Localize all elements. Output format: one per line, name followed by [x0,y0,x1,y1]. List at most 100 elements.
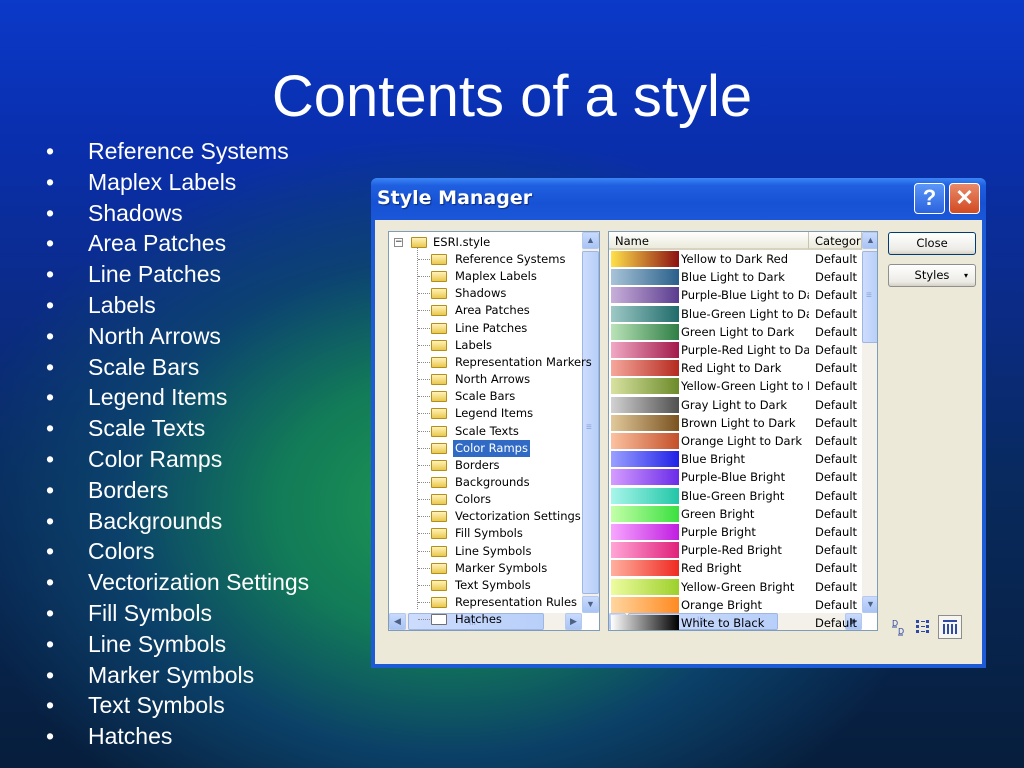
tree-item-label: Scale Texts [455,423,519,438]
bullet-dot-icon: • [46,476,55,503]
list-row[interactable]: Purple-Red Light to Dark Default Ramps [609,341,862,359]
folder-icon [431,356,447,368]
tree-item-label: Representation Rules [455,595,578,609]
style-manager-window: Style Manager ? ✕ − ESRI.style ▲ ≡ ▼ ◀ |… [371,178,986,668]
list-row[interactable]: White to Black Default Ramps [609,614,862,630]
tree-item-label: Legend Items [455,406,534,421]
tree-item-label: Text Symbols [455,577,531,592]
row-category: Default Ramps [815,361,859,376]
tree-item-label: North Arrows [455,372,531,387]
list-row[interactable]: Yellow-Green Light to Dark Default Ramps [609,377,862,395]
color-ramp-swatch [611,287,679,304]
scroll-right-icon[interactable]: ▶ [565,613,582,630]
bullet-text: North Arrows [88,322,221,349]
tree-item-label: Representation Markers [455,354,592,369]
bullet-item: • Legend Items [46,382,309,413]
tree-connector [418,550,430,552]
scroll-up-icon[interactable]: ▲ [862,232,877,249]
list-row[interactable]: Red Bright Default Ramps [609,559,862,577]
color-ramp-swatch [611,469,679,486]
color-ramp-swatch [611,596,679,613]
close-icon: ✕ [955,185,974,210]
list-row[interactable]: Brown Light to Dark Default Ramps [609,414,862,432]
row-name: Yellow-Green Light to Dark [681,379,809,394]
slide-title: Contents of a style [271,64,753,129]
row-category: Default Ramps [815,415,859,430]
list-row[interactable]: Blue Light to Dark Default Ramps [609,268,862,286]
color-ramp-swatch [611,378,679,395]
list-row[interactable]: Blue-Green Bright Default Ramps [609,487,862,505]
grid-view-icon[interactable] [938,615,962,639]
list-view-icon[interactable] [912,615,936,639]
bullet-dot-icon: • [46,445,55,472]
scroll-up-icon[interactable]: ▲ [582,232,599,249]
window-titlebar[interactable]: Style Manager ? ✕ [371,178,986,220]
window-title: Style Manager [377,187,533,209]
list-vertical-scrollbar[interactable]: ▲ ≡ ▼ [862,232,877,613]
color-ramp-swatch [611,505,679,522]
list-row[interactable]: Purple-Red Bright Default Ramps [609,541,862,559]
styles-dropdown-button[interactable]: Styles ▾ [888,264,976,287]
scroll-left-icon[interactable]: ◀ [389,613,406,630]
row-name: Green Bright [681,506,755,521]
scroll-down-icon[interactable]: ▼ [582,596,599,613]
row-name: Orange Bright [681,597,763,612]
bullet-dot-icon: • [46,692,55,719]
bullet-dot-icon: • [46,599,55,626]
list-row[interactable]: Purple-Blue Light to Dark Default Ramps [609,286,862,304]
row-name: Yellow to Dark Red [681,252,789,266]
bullet-dot-icon: • [46,538,55,565]
help-button[interactable]: ? [914,183,945,214]
list-row[interactable]: Yellow to Dark Red Default Ramps [609,250,862,268]
color-ramp-swatch [611,560,679,577]
row-name: Red Light to Dark [681,361,782,376]
row-name: Purple-Red Bright [681,543,782,558]
list-row[interactable]: Green Light to Dark Default Ramps [609,323,862,341]
bullet-item: • Vectorization Settings [46,567,309,598]
view-toolbar: DD [886,615,964,639]
row-category: Default Ramps [815,397,859,412]
list-row[interactable]: Green Bright Default Ramps [609,505,862,523]
list-row[interactable]: Gray Light to Dark Default Ramps [609,396,862,414]
tree-item-label: Maplex Labels [455,269,537,284]
bullet-text: Borders [88,476,169,503]
tree-item-label: Color Ramps [453,439,530,457]
list-row[interactable]: Red Light to Dark Default Ramps [609,359,862,377]
bullet-item: • Backgrounds [46,506,309,537]
bullet-item: • North Arrows [46,321,309,352]
row-name: Purple Bright [681,525,756,539]
row-name: Purple-Blue Bright [681,470,786,485]
list-row[interactable]: Orange Bright Default Ramps [609,596,862,614]
row-name: Blue Bright [681,452,746,467]
tree-item-label: Fill Symbols [455,526,523,541]
color-ramp-swatch [611,342,679,358]
list-row[interactable]: Yellow-Green Bright Default Ramps [609,578,862,596]
list-row[interactable]: Purple-Blue Bright Default Ramps [609,468,862,486]
color-ramp-swatch [611,578,679,595]
bullet-dot-icon: • [46,261,55,288]
window-close-button[interactable]: ✕ [949,183,980,214]
folder-icon [431,494,447,506]
list-row[interactable]: Blue-Green Light to Dark Default Ramps [609,305,862,323]
scroll-down-icon[interactable]: ▼ [862,596,877,613]
column-header-name[interactable]: Name [609,232,809,250]
color-ramp-swatch [611,305,679,322]
folder-icon [431,391,447,403]
details-view-icon[interactable]: DD [886,615,910,639]
list-row[interactable]: Blue Bright Default Ramps [609,450,862,468]
tree-vertical-scrollbar[interactable]: ▲ ≡ ▼ [582,232,599,613]
close-button[interactable]: Close [888,232,976,255]
list-row[interactable]: Purple Bright Default Ramps [609,523,862,541]
column-header-category[interactable]: Category [809,232,862,250]
tree-connector [418,396,430,398]
collapse-icon[interactable]: − [394,238,403,247]
dropdown-arrow-icon: ▾ [963,271,968,280]
bullet-text: Vectorization Settings [88,569,310,596]
row-category: Default Ramps [815,270,859,285]
folder-icon [431,459,447,471]
list-row[interactable]: Orange Light to Dark Default Ramps [609,432,862,450]
tree-connector [418,361,430,363]
bullet-text: Fill Symbols [88,599,212,626]
color-ramp-swatch [611,414,679,431]
tree-item-label: Backgrounds [455,474,530,489]
